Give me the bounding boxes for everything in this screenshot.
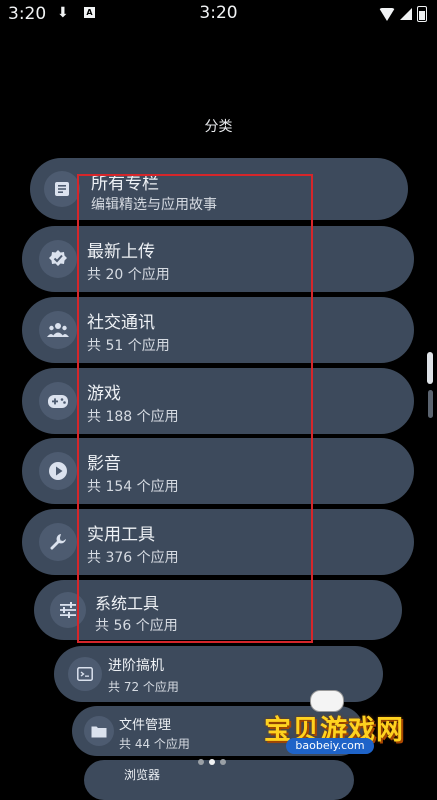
category-subtitle: 共 51 个应用 <box>87 338 170 354</box>
page-dot <box>198 759 204 765</box>
category-title: 影音 <box>87 454 121 474</box>
category-subtitle: 共 72 个应用 <box>108 680 179 694</box>
category-subtitle: 编辑精选与应用故事 <box>91 197 217 213</box>
category-title: 文件管理 <box>119 718 172 733</box>
category-title: 游戏 <box>87 384 121 404</box>
category-media[interactable]: 影音 共 154 个应用 <box>22 438 414 504</box>
category-subtitle: 共 56 个应用 <box>95 618 178 634</box>
scrollbar-track <box>428 390 433 418</box>
gamepad-icon <box>39 382 77 420</box>
play-icon <box>39 452 77 490</box>
wifi-icon <box>379 7 395 21</box>
category-social[interactable]: 社交通讯 共 51 个应用 <box>22 297 414 363</box>
page-title: 分类 <box>204 119 233 135</box>
category-all-columns[interactable]: 所有专栏 编辑精选与应用故事 <box>30 158 408 220</box>
category-subtitle: 共 20 个应用 <box>87 267 170 283</box>
page-dot <box>220 759 226 765</box>
status-icons <box>379 6 427 22</box>
category-latest-uploads[interactable]: 最新上传 共 20 个应用 <box>22 226 414 292</box>
category-utilities[interactable]: 实用工具 共 376 个应用 <box>22 509 414 575</box>
people-icon <box>39 311 77 349</box>
status-bar: 3:20 ⬇ A 3:20 <box>0 0 437 28</box>
page-dot-active <box>209 759 215 765</box>
watermark-url: baobeiy.com <box>286 738 374 754</box>
category-subtitle: 共 44 个应用 <box>119 737 190 751</box>
category-subtitle: 共 154 个应用 <box>87 479 179 495</box>
article-icon <box>44 171 80 207</box>
folder-icon <box>84 716 114 746</box>
category-title: 最新上传 <box>87 242 155 262</box>
category-games[interactable]: 游戏 共 188 个应用 <box>22 368 414 434</box>
battery-icon <box>417 6 427 22</box>
category-title: 社交通讯 <box>87 313 155 333</box>
wrench-icon <box>39 523 77 561</box>
category-title: 进阶搞机 <box>108 658 164 674</box>
terminal-icon <box>68 657 102 691</box>
category-system-tools[interactable]: 系统工具 共 56 个应用 <box>34 580 402 640</box>
status-time-center: 3:20 <box>199 3 238 23</box>
new-releases-icon <box>39 240 77 278</box>
page-indicator <box>198 759 226 765</box>
category-title: 系统工具 <box>95 594 160 613</box>
category-title: 浏览器 <box>124 768 161 782</box>
tune-icon <box>50 592 86 628</box>
watermark-logo: 宝贝游戏网 baobeiy.com <box>262 686 437 776</box>
signal-icon <box>400 8 412 20</box>
category-title: 实用工具 <box>87 525 155 545</box>
category-title: 所有专栏 <box>91 174 159 194</box>
scrollbar-thumb[interactable] <box>427 352 433 384</box>
category-subtitle: 共 188 个应用 <box>87 409 179 425</box>
category-subtitle: 共 376 个应用 <box>87 550 179 566</box>
